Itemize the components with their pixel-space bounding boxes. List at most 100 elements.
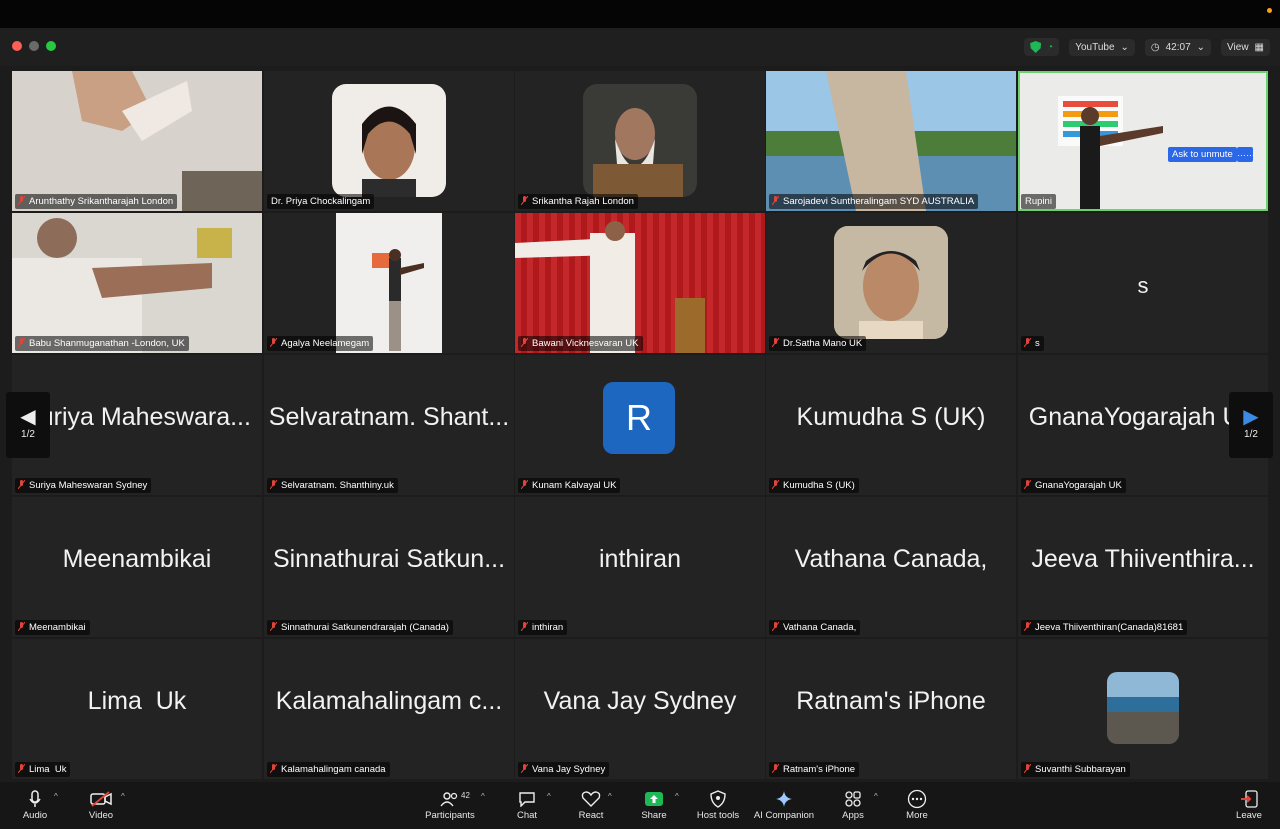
video-options-caret[interactable]: ^ xyxy=(121,792,125,801)
ai-companion-button[interactable]: AI Companion xyxy=(752,788,816,821)
muted-mic-icon xyxy=(18,338,25,347)
shield-icon xyxy=(1030,41,1042,53)
participant-name: Selvaratnam. Shanthiny.uk xyxy=(267,478,398,493)
host-tools-label: Host tools xyxy=(696,810,740,821)
muted-mic-icon xyxy=(18,764,25,773)
video-tile[interactable]: Dr.Satha Mano UK xyxy=(766,213,1016,353)
video-tile[interactable]: Kumudha S (UK) Kumudha S (UK) xyxy=(766,355,1016,495)
fullscreen-window-button[interactable] xyxy=(46,41,56,51)
avatar xyxy=(834,226,948,339)
muted-mic-icon xyxy=(772,622,779,631)
video-tile[interactable]: Srikantha Rajah London xyxy=(515,71,765,211)
video-tile[interactable]: Suvanthi Subbarayan xyxy=(1018,639,1268,779)
video-tile[interactable]: Selvaratnam. Shant... Selvaratnam. Shant… xyxy=(264,355,514,495)
participant-display-name: Kalamahalingam c... xyxy=(275,687,503,715)
participant-video xyxy=(1018,71,1268,211)
video-tile[interactable]: Vana Jay Sydney Vana Jay Sydney xyxy=(515,639,765,779)
leave-button[interactable]: Leave xyxy=(1234,788,1264,821)
page-indicator: 1/2 xyxy=(21,429,35,440)
video-tile[interactable]: Meenambikai Meenambikai xyxy=(12,497,262,637)
share-button[interactable]: Share xyxy=(640,788,668,821)
muted-mic-icon xyxy=(772,764,779,773)
tile-more-options-button[interactable]: …… xyxy=(1237,147,1255,162)
participant-display-name: Vana Jay Sydney xyxy=(543,687,737,715)
chevron-right-icon: ▶ xyxy=(1243,406,1259,428)
close-window-button[interactable] xyxy=(12,41,22,51)
muted-mic-icon xyxy=(521,338,528,347)
muted-mic-icon xyxy=(270,764,277,773)
video-tile[interactable]: Lima Uk Lima Uk xyxy=(12,639,262,779)
minimize-window-button[interactable] xyxy=(29,41,39,51)
participant-video xyxy=(515,213,765,353)
host-tools-button[interactable]: Host tools xyxy=(694,788,742,821)
ai-companion-label: AI Companion xyxy=(753,810,815,821)
participant-video xyxy=(12,213,262,353)
muted-mic-icon xyxy=(521,196,528,205)
apps-button[interactable]: Apps xyxy=(838,788,868,821)
ask-to-unmute-button[interactable]: Ask to unmute xyxy=(1168,147,1237,162)
security-status[interactable]: ◔ xyxy=(1024,38,1060,56)
youtube-stream-menu[interactable]: YouTube ⌄ xyxy=(1069,38,1135,56)
muted-mic-icon xyxy=(772,338,779,347)
video-tile[interactable]: Bawani Vicknesvaran UK xyxy=(515,213,765,353)
chevron-down-icon: ⌄ xyxy=(1196,41,1206,53)
chat-icon xyxy=(519,792,535,807)
participant-display-name: Jeeva Thiiventhira... xyxy=(1031,545,1255,573)
video-tile[interactable]: Dr. Priya Chockalingam xyxy=(264,71,514,211)
video-tile[interactable]: Vathana Canada, Vathana Canada, xyxy=(766,497,1016,637)
avatar-initial: R xyxy=(603,382,675,454)
video-tile[interactable]: Kalamahalingam c... Kalamahalingam canad… xyxy=(264,639,514,779)
video-tile[interactable]: Babu Shanmuganathan -London, UK xyxy=(12,213,262,353)
participant-name: Kunam Kalvayal UK xyxy=(518,478,621,493)
participant-name: Srikantha Rajah London xyxy=(518,194,638,209)
video-tile[interactable]: Ratnam's iPhone Ratnam's iPhone xyxy=(766,639,1016,779)
muted-mic-icon xyxy=(1024,764,1031,773)
view-menu[interactable]: View ▦ xyxy=(1221,38,1270,56)
grid-icon: ▦ xyxy=(1254,41,1264,53)
chat-label: Chat xyxy=(516,810,538,821)
share-screen-icon xyxy=(645,792,663,806)
participant-name: inthiran xyxy=(518,620,568,635)
video-tile-active-speaker[interactable]: Rupini xyxy=(1018,71,1268,211)
video-tile[interactable]: Agalya Neelamegam xyxy=(264,213,514,353)
participant-display-name: Lima Uk xyxy=(87,687,187,715)
video-button[interactable]: Video xyxy=(86,788,116,821)
muted-mic-icon xyxy=(521,622,528,631)
apps-options-caret[interactable]: ^ xyxy=(874,792,878,801)
heart-icon xyxy=(581,791,601,807)
participant-display-name: Selvaratnam. Shant... xyxy=(268,403,510,431)
video-tile[interactable]: Sinnathurai Satkun... Sinnathurai Satkun… xyxy=(264,497,514,637)
video-tile[interactable]: Jeeva Thiiventhira... Jeeva Thiiventhira… xyxy=(1018,497,1268,637)
more-button[interactable]: More xyxy=(902,788,932,821)
participants-icon xyxy=(440,792,458,807)
participant-name: Vathana Canada, xyxy=(769,620,861,635)
more-label: More xyxy=(906,810,928,821)
previous-page-button[interactable]: ◀ 1/2 xyxy=(6,392,50,458)
react-button[interactable]: React xyxy=(576,788,606,821)
meeting-timer[interactable]: ◷ 42:07 ⌄ xyxy=(1144,38,1212,56)
react-options-caret[interactable]: ^ xyxy=(608,792,612,801)
chat-button[interactable]: Chat xyxy=(513,788,541,821)
video-label: Video xyxy=(88,810,114,821)
muted-mic-icon xyxy=(1024,480,1031,489)
video-tile[interactable]: inthiran inthiran xyxy=(515,497,765,637)
participant-name: Suriya Maheswaran Sydney xyxy=(15,478,152,493)
audio-options-caret[interactable]: ^ xyxy=(54,792,58,801)
chat-options-caret[interactable]: ^ xyxy=(547,792,551,801)
video-tile[interactable]: s s xyxy=(1018,213,1268,353)
participant-display-name: Kumudha S (UK) xyxy=(796,403,986,431)
video-tile[interactable]: R Kunam Kalvayal UK xyxy=(515,355,765,495)
participant-video xyxy=(12,71,262,211)
audio-button[interactable]: Audio xyxy=(20,788,50,821)
avatar xyxy=(1107,672,1179,744)
participants-options-caret[interactable]: ^ xyxy=(481,792,485,801)
share-options-caret[interactable]: ^ xyxy=(675,792,679,801)
participant-name: Kumudha S (UK) xyxy=(769,478,859,493)
muted-mic-icon xyxy=(270,338,277,347)
participant-display-name: Sinnathurai Satkun... xyxy=(272,545,506,573)
leave-icon xyxy=(1241,790,1258,808)
video-tile[interactable]: Arunthathy Srikantharajah London xyxy=(12,71,262,211)
view-label: View xyxy=(1227,41,1249,53)
video-tile[interactable]: Sarojadevi Suntheralingam SYD AUSTRALIA xyxy=(766,71,1016,211)
next-page-button[interactable]: ▶ 1/2 xyxy=(1229,392,1273,458)
